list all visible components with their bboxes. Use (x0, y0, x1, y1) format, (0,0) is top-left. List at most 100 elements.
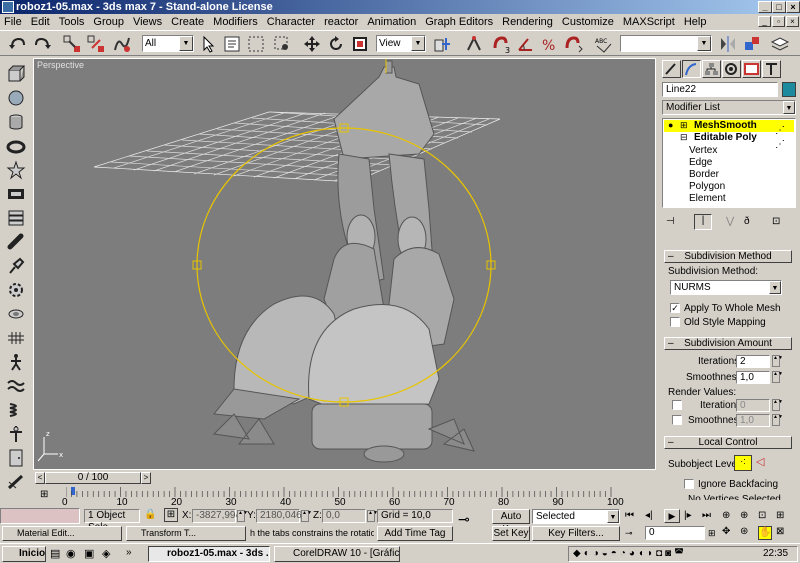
key-filters-button[interactable]: Key Filters... (532, 526, 620, 541)
menu-tools[interactable]: Tools (59, 16, 85, 28)
maximize-viewport-icon[interactable]: ⊠ (776, 526, 784, 537)
menu-customize[interactable]: Customize (562, 16, 614, 28)
capsule-icon[interactable] (6, 232, 26, 252)
render-smoothness-field[interactable]: 1,0 (736, 414, 770, 427)
edit-named-selection-icon[interactable]: ABC (594, 34, 614, 54)
unlink-selection-icon[interactable] (86, 34, 106, 54)
window-crossing-icon[interactable] (272, 34, 292, 54)
menu-reactor[interactable]: reactor (324, 16, 358, 28)
iterations-spinner[interactable]: ▲▼ (772, 355, 783, 367)
undo-icon[interactable] (8, 34, 28, 54)
select-and-scale-icon[interactable] (350, 34, 370, 54)
utilities-tab-icon[interactable] (762, 60, 781, 78)
create-grid-icon[interactable] (6, 328, 26, 348)
collapse-toggle-icon[interactable]: ⊟ (680, 132, 688, 143)
configure-modifier-sets-icon[interactable]: ⊡ (772, 216, 780, 227)
zoom-icon[interactable]: ⊕ (722, 510, 730, 521)
vertex-level-button[interactable]: ·: (734, 455, 752, 471)
subdivision-method-dropdown[interactable]: NURMS ▼ (670, 280, 782, 295)
menu-help[interactable]: Help (684, 16, 707, 28)
make-unique-icon[interactable]: ⋁ (726, 216, 734, 227)
edge-level-icon[interactable]: ◁ (756, 455, 764, 468)
smoothness-field[interactable]: 1,0 (736, 371, 770, 384)
time-slider-next-icon[interactable]: > (141, 472, 151, 484)
bind-space-warp-icon[interactable] (112, 34, 132, 54)
quick-launch-icon[interactable]: ▤ (50, 547, 60, 560)
menu-create[interactable]: Create (171, 16, 204, 28)
select-and-rotate-icon[interactable] (326, 34, 346, 54)
goto-start-icon[interactable]: ⏮ (625, 510, 634, 521)
pan-icon[interactable]: ✥ (722, 526, 730, 537)
menu-character[interactable]: Character (267, 16, 315, 28)
transform-type-in-floater[interactable]: Transform T... (126, 526, 246, 541)
taskbar-item-3dsmax[interactable]: roboz1-05.max - 3ds ... (148, 546, 270, 562)
render-iterations-spinner[interactable]: ▲▼ (772, 399, 783, 411)
create-torus-icon[interactable] (6, 136, 26, 156)
perspective-viewport[interactable]: Perspective z x (33, 58, 656, 470)
zoom-extents-icon[interactable]: ⊡ (758, 510, 766, 521)
subobject-edge[interactable]: Edge (689, 157, 712, 168)
zoom-all-icon[interactable]: ⊕ (740, 510, 748, 521)
layer-manager-icon[interactable] (770, 34, 790, 54)
x-coordinate-field[interactable]: -3827,994 (192, 509, 241, 523)
object-color-swatch[interactable] (782, 82, 796, 97)
current-frame-field[interactable]: 0 (645, 526, 705, 540)
arc-rotate-icon[interactable]: ⊛ (740, 526, 748, 537)
track-bar[interactable]: 0 10 20 30 40 50 60 70 80 90 100 (33, 485, 656, 509)
subdivision-method-rollout[interactable]: – Subdivision Method (664, 250, 792, 263)
hierarchy-tab-icon[interactable] (702, 60, 721, 78)
curve-editor-icon[interactable]: ⊞ (40, 489, 48, 500)
reference-coordinate-dropdown[interactable]: View ▼ (376, 35, 426, 52)
select-and-move-icon[interactable] (302, 34, 322, 54)
selection-filter-dropdown[interactable]: All ▼ (142, 35, 194, 52)
taskbar-item-coreldraw[interactable]: CorelDRAW 10 - [Gráfico1] (274, 546, 400, 562)
create-door-icon[interactable] (6, 448, 26, 468)
create-spring-icon[interactable] (6, 400, 26, 420)
doc-restore-button[interactable]: ▫ (772, 16, 785, 27)
menu-animation[interactable]: Animation (367, 16, 416, 28)
menu-file[interactable]: File (4, 16, 22, 28)
time-slider-thumb[interactable]: 0 / 100 (45, 472, 141, 484)
subdivision-amount-rollout[interactable]: – Subdivision Amount (664, 337, 792, 350)
remove-modifier-icon[interactable]: ð (744, 216, 750, 227)
auto-key-button[interactable]: Auto Key (492, 509, 530, 535)
old-style-mapping-checkbox[interactable] (670, 317, 680, 327)
create-biped-icon[interactable] (6, 352, 26, 372)
minimize-button[interactable]: _ (758, 1, 772, 13)
stacked-layers-icon[interactable] (6, 208, 26, 228)
modifier-list-dropdown[interactable]: Modifier List ▼ (662, 100, 796, 115)
quick-launch-icon[interactable]: ▣ (84, 547, 94, 560)
z-coordinate-field[interactable]: 0,0 (322, 509, 366, 523)
material-editor-floater[interactable]: Material Edit... (2, 526, 122, 541)
close-button[interactable]: × (786, 1, 800, 13)
spinner-snap-icon[interactable] (564, 34, 584, 54)
play-icon[interactable]: ▶ (664, 509, 680, 523)
light-bulb-icon[interactable]: ● (668, 120, 673, 130)
create-tube-icon[interactable] (6, 304, 26, 324)
pin-stack-icon[interactable]: ⊣ (666, 216, 675, 227)
start-button[interactable]: Inicio (2, 546, 46, 562)
maxscript-listener[interactable] (0, 508, 80, 524)
mirror-icon[interactable] (718, 34, 738, 54)
brush-icon[interactable] (6, 256, 26, 276)
set-key-button[interactable]: Set Key (492, 526, 530, 541)
show-end-result-icon[interactable]: | (694, 214, 712, 230)
collapse-toggle-icon[interactable]: ⊞ (680, 120, 688, 131)
doc-close-button[interactable]: × (786, 16, 799, 27)
x-spinner[interactable]: ▲▼ (237, 510, 248, 522)
modify-tab-icon[interactable] (682, 60, 701, 78)
angle-snap-icon[interactable] (516, 34, 536, 54)
goto-end-icon[interactable]: ⏭ (702, 510, 711, 521)
next-frame-icon[interactable]: |▸ (684, 510, 692, 521)
menu-group[interactable]: Group (93, 16, 124, 28)
previous-frame-icon[interactable]: ◂| (645, 510, 653, 521)
time-slider-prev-icon[interactable]: < (35, 472, 45, 484)
create-sphere-icon[interactable] (6, 88, 26, 108)
absolute-mode-icon[interactable]: ⊞ (164, 508, 178, 522)
named-selection-dropdown[interactable]: ▼ (620, 35, 712, 52)
maximize-button[interactable]: □ (772, 1, 786, 13)
pivot-center-icon[interactable] (432, 34, 452, 54)
create-plane-icon[interactable] (6, 184, 26, 204)
rectangular-selection-icon[interactable] (246, 34, 266, 54)
iterations-field[interactable]: 2 (736, 355, 770, 368)
